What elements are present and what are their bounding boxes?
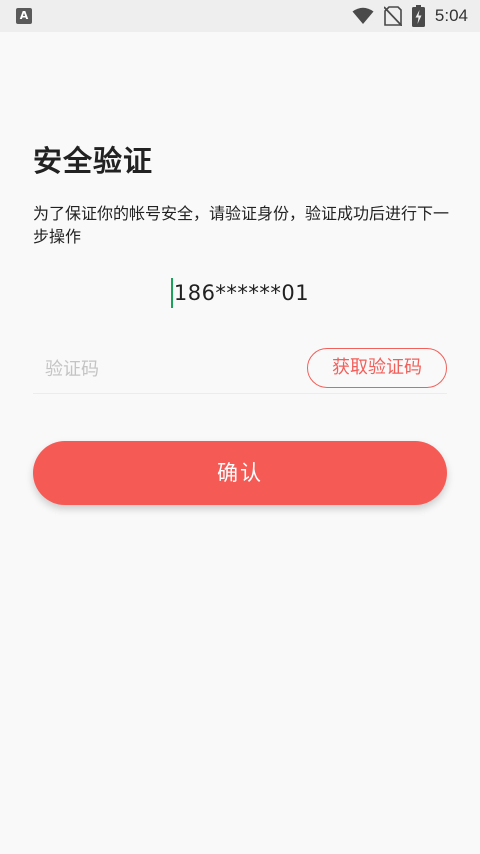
verification-code-input[interactable] xyxy=(45,350,285,388)
verification-code-row: 获取验证码 xyxy=(33,346,447,394)
status-icons: 5:04 xyxy=(352,0,468,32)
app-notification-icon: A xyxy=(16,8,32,24)
wifi-icon xyxy=(352,7,374,25)
get-code-button[interactable]: 获取验证码 xyxy=(307,348,447,388)
phone-number-row: 186******01 xyxy=(0,277,480,309)
text-cursor xyxy=(170,278,173,308)
status-bar: A 5:04 xyxy=(0,0,480,32)
page-description: 为了保证你的帐号安全，请验证身份，验证成功后进行下一步操作 xyxy=(33,204,450,246)
page-title: 安全验证 xyxy=(33,144,154,178)
confirm-button[interactable]: 确认 xyxy=(33,441,447,505)
battery-charging-icon xyxy=(411,5,425,27)
no-sim-icon xyxy=(383,6,402,26)
masked-phone-number: 186******01 xyxy=(173,281,310,305)
status-time: 5:04 xyxy=(434,6,468,25)
